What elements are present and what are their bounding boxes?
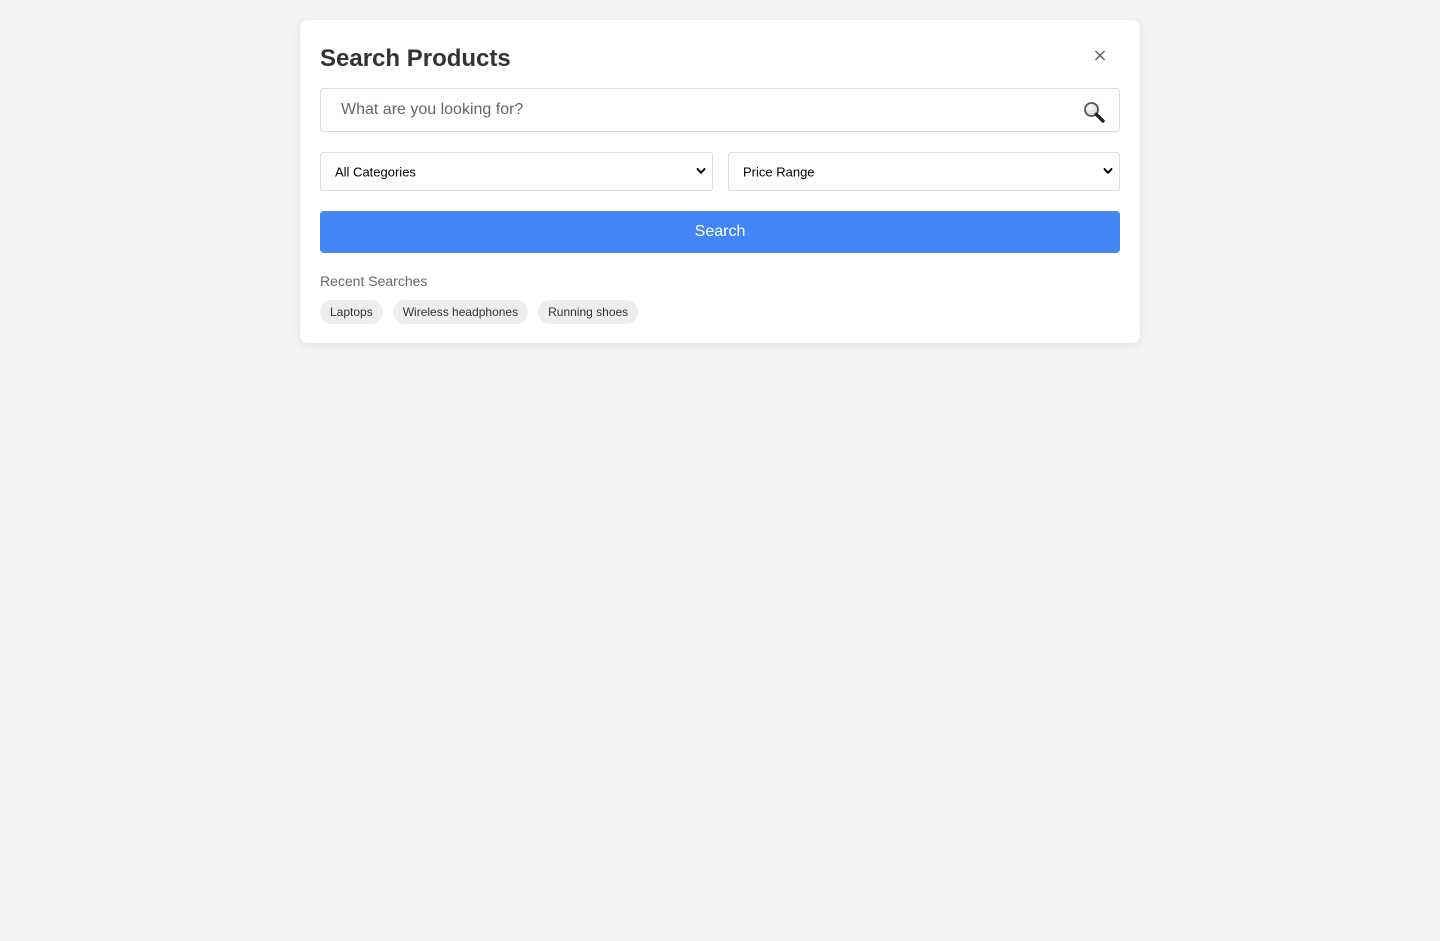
chevron-down-icon [696, 168, 706, 174]
price-range-select[interactable]: Price Range [728, 152, 1120, 191]
filters-row: All Categories Price Range [320, 152, 1120, 191]
modal-title: Search Products [320, 45, 511, 72]
price-range-select-value: Price Range [743, 164, 815, 179]
modal-header: Search Products × [320, 40, 1120, 88]
category-select-value: All Categories [335, 164, 416, 179]
recent-searches-heading: Recent Searches [320, 273, 428, 289]
recent-search-tag[interactable]: Laptops [320, 300, 383, 324]
close-button[interactable]: × [1088, 44, 1112, 68]
recent-search-tag[interactable]: Running shoes [538, 300, 639, 324]
chevron-down-icon [1103, 168, 1113, 174]
search-button[interactable]: Search [320, 211, 1120, 253]
recent-searches-list: Laptops Wireless headphones Running shoe… [320, 300, 1120, 324]
magnifier-icon[interactable] [1083, 101, 1105, 123]
search-modal: Search Products × All Categories Price R… [300, 20, 1140, 343]
search-field[interactable] [320, 88, 1120, 132]
recent-search-tag[interactable]: Wireless headphones [392, 300, 529, 324]
category-select[interactable]: All Categories [320, 152, 713, 191]
search-input[interactable] [321, 89, 1119, 131]
